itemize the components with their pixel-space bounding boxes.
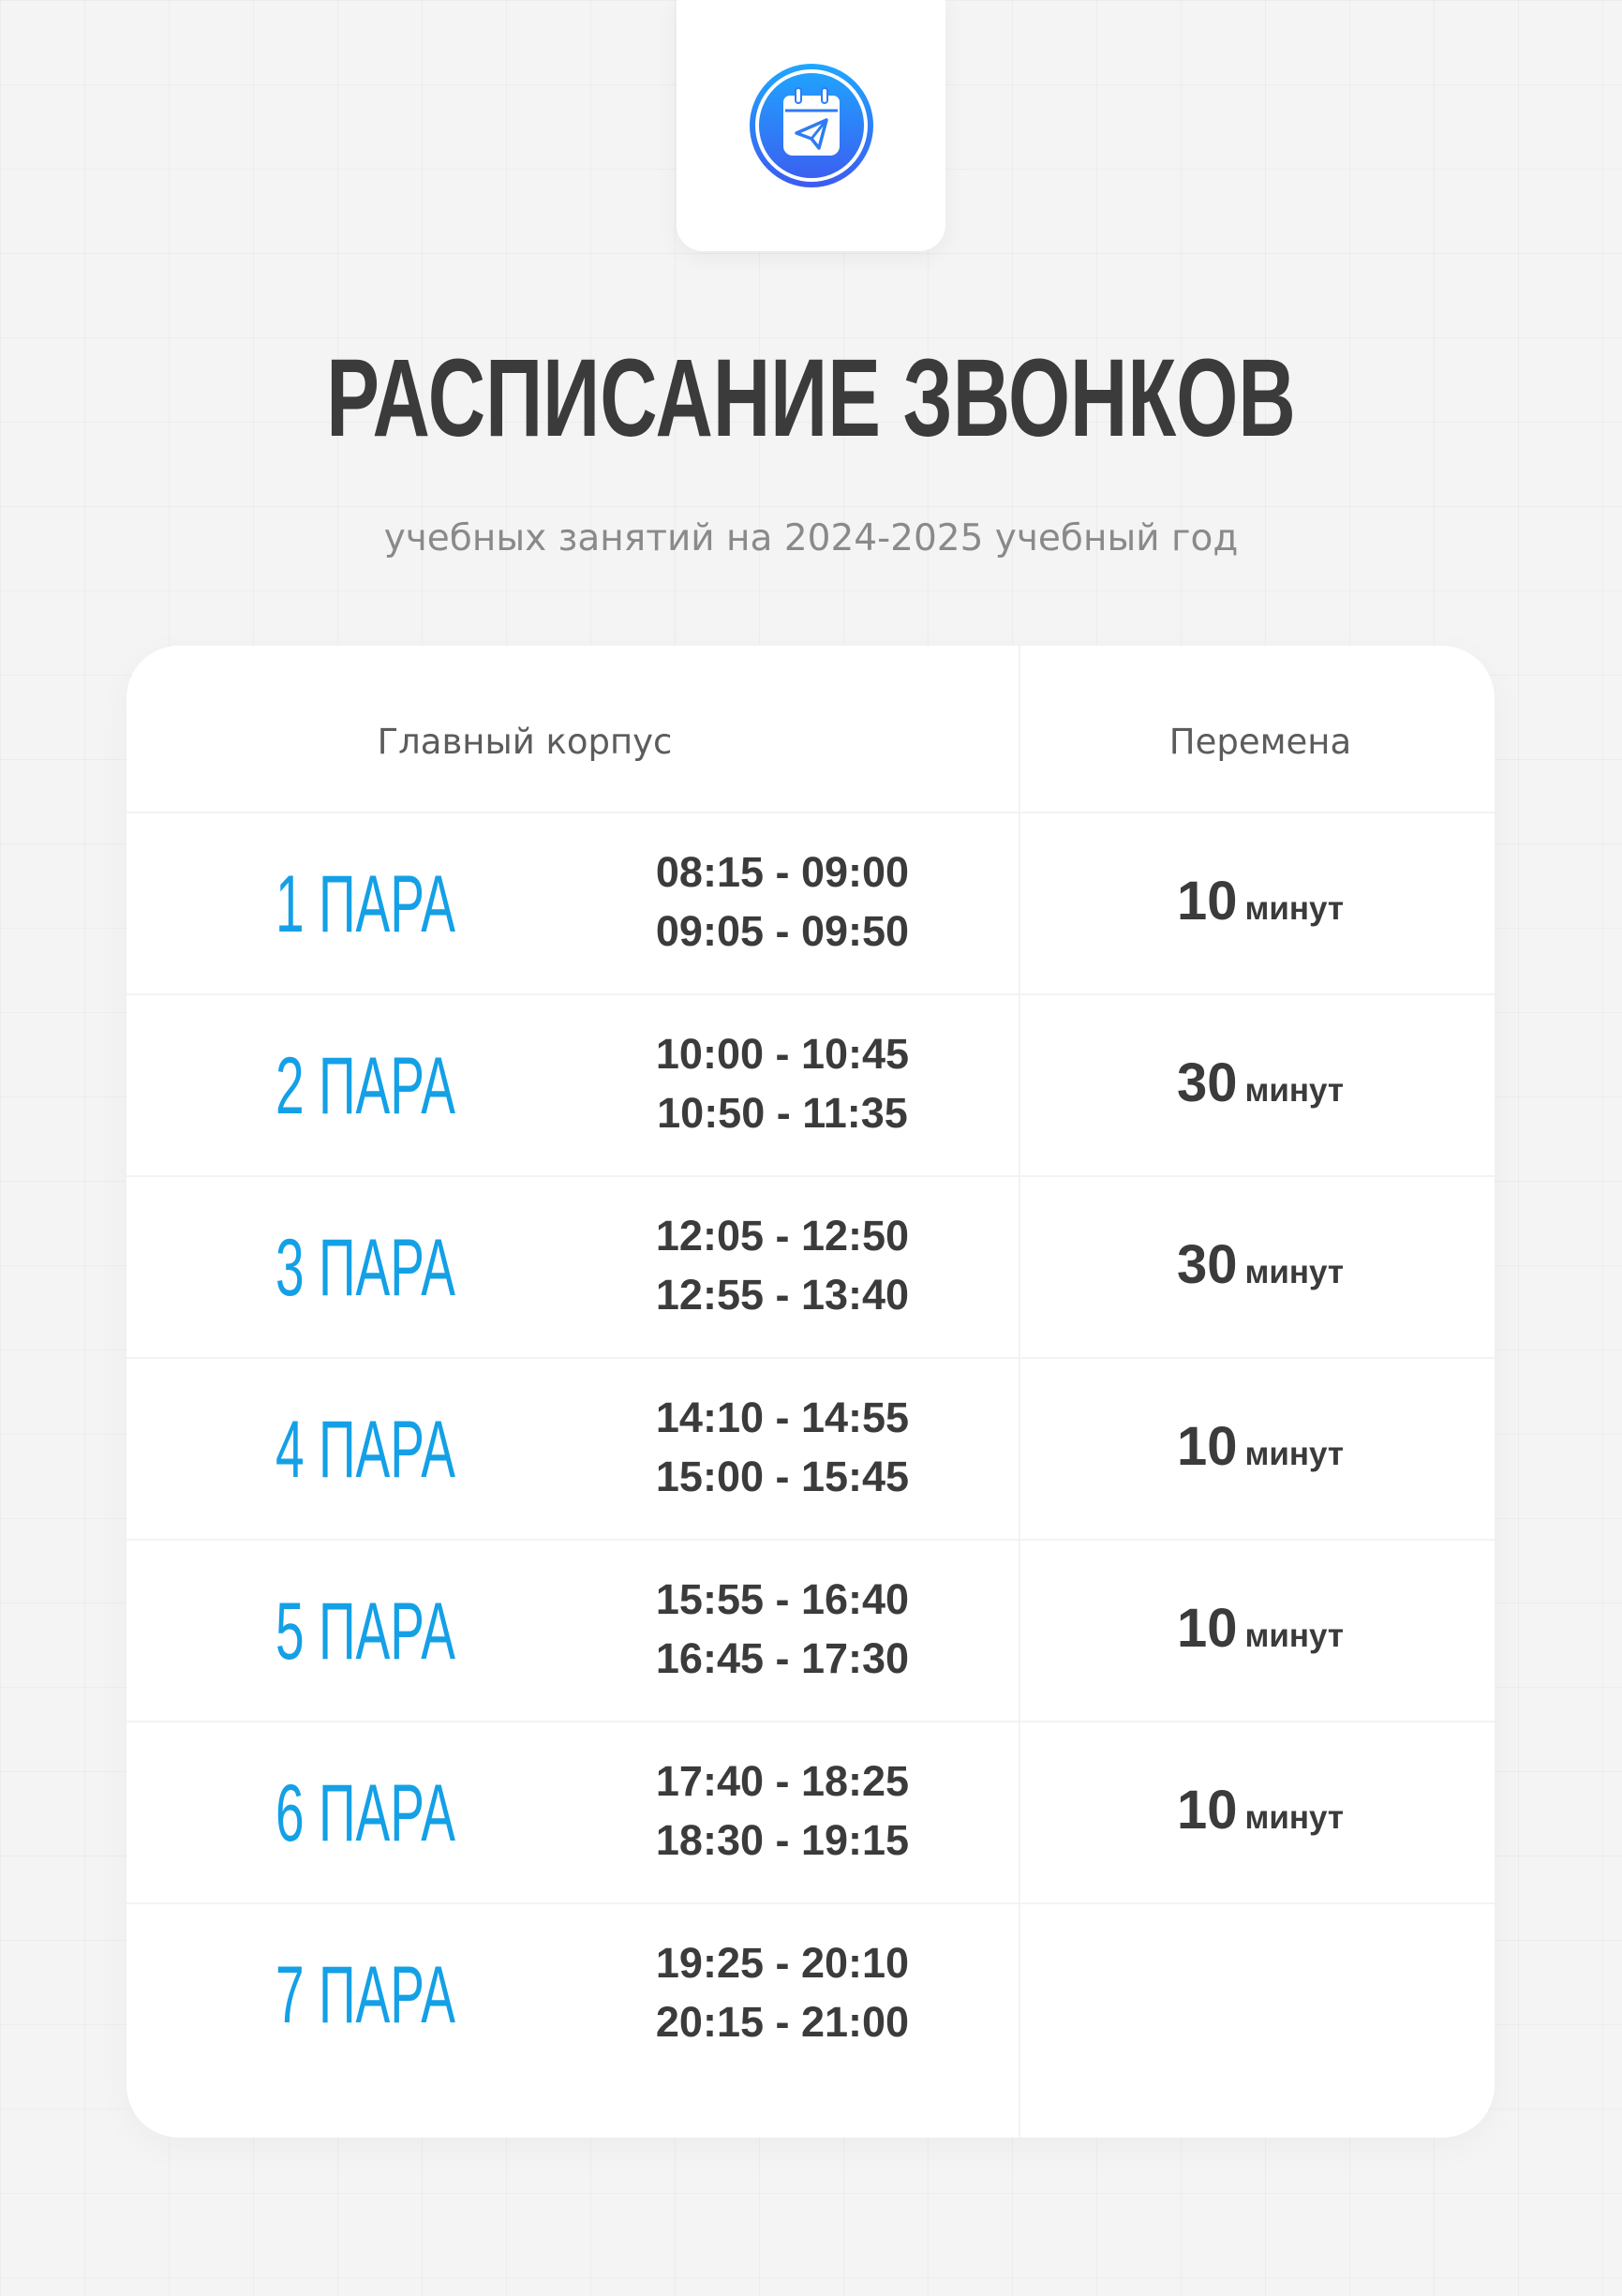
- break-duration: 10 минут: [1120, 868, 1401, 948]
- logo-card: [677, 0, 945, 251]
- break-minutes: 30: [1176, 1052, 1238, 1113]
- lesson-time-first: 08:15 - 09:00: [655, 848, 910, 896]
- schedule-row: 7 ПАРА 19:25 - 20:10 20:15 - 21:00: [126, 1902, 1495, 2084]
- break-minutes: 30: [1176, 1234, 1238, 1295]
- lesson-time-second: 10:50 - 11:35: [657, 1089, 908, 1137]
- lesson-time-first: 12:05 - 12:50: [655, 1212, 910, 1260]
- break-unit: минут: [1244, 1072, 1345, 1109]
- schedule-page: РАСПИСАНИЕ ЗВОНКОВ учебных занятий на 20…: [0, 0, 1622, 2296]
- lesson-time-first: 10:00 - 10:45: [655, 1030, 910, 1078]
- lesson-time-second: 16:45 - 17:30: [655, 1634, 910, 1682]
- break-unit: минут: [1244, 1254, 1345, 1290]
- break-unit: минут: [1244, 890, 1345, 927]
- lesson-time-first: 14:10 - 14:55: [655, 1394, 910, 1441]
- lesson-time-second: 20:15 - 21:00: [655, 1998, 910, 2046]
- schedule-row: 3 ПАРА 12:05 - 12:50 12:55 - 13:40 30 мин…: [126, 1175, 1495, 1357]
- break-duration: 10 минут: [1120, 1413, 1401, 1494]
- lesson-time-second: 18:30 - 19:15: [655, 1816, 910, 1864]
- header-break: Перемена: [1168, 722, 1352, 762]
- schedule-row: 1 ПАРА 08:15 - 09:00 09:05 - 09:50 10 мин…: [126, 812, 1495, 993]
- page-title: РАСПИСАНИЕ ЗВОНКОВ: [326, 336, 1296, 460]
- lesson-time-second: 09:05 - 09:50: [655, 907, 910, 955]
- schedule-table: Главный корпус Перемена 1 ПАРА 08:15 - 0…: [126, 646, 1495, 2138]
- lesson-label: 7 ПАРА: [275, 1950, 455, 2040]
- break-minutes: 10: [1176, 871, 1238, 932]
- lesson-time-first: 17:40 - 18:25: [655, 1757, 910, 1805]
- lesson-label: 3 ПАРА: [275, 1223, 455, 1313]
- break-duration: 10 минут: [1120, 1595, 1401, 1676]
- break-unit: минут: [1244, 1618, 1345, 1654]
- lesson-label: 5 ПАРА: [275, 1587, 455, 1677]
- lesson-time-first: 15:55 - 16:40: [655, 1575, 910, 1623]
- lesson-label: 4 ПАРА: [275, 1405, 455, 1495]
- break-unit: минут: [1244, 1436, 1345, 1472]
- schedule-row: 5 ПАРА 15:55 - 16:40 16:45 - 17:30 10 мин…: [126, 1539, 1495, 1721]
- break-minutes: 10: [1176, 1598, 1238, 1659]
- break-duration: 30 минут: [1120, 1050, 1401, 1130]
- schedule-row: 2 ПАРА 10:00 - 10:45 10:50 - 11:35 30 мин…: [126, 993, 1495, 1175]
- schedule-row: 6 ПАРА 17:40 - 18:25 18:30 - 19:15 10 мин…: [126, 1721, 1495, 1902]
- lesson-time-first: 19:25 - 20:10: [655, 1939, 910, 1987]
- lesson-label: 2 ПАРА: [275, 1041, 455, 1131]
- page-subtitle: учебных занятий на 2024-2025 учебный год: [383, 517, 1239, 559]
- break-duration: 30 минут: [1120, 1231, 1401, 1312]
- schedule-row: 4 ПАРА 14:10 - 14:55 15:00 - 15:45 10 мин…: [126, 1357, 1495, 1539]
- break-minutes: 10: [1176, 1780, 1238, 1841]
- lesson-label: 1 ПАРА: [275, 859, 455, 949]
- schedule-rows: 1 ПАРА 08:15 - 09:00 09:05 - 09:50 10 мин…: [126, 812, 1495, 2084]
- lesson-time-second: 15:00 - 15:45: [655, 1453, 910, 1500]
- break-duration: 10 минут: [1120, 1777, 1401, 1857]
- calendar-paper-plane-icon: [749, 64, 873, 187]
- header-main-building: Главный корпус: [377, 722, 673, 762]
- break-unit: минут: [1244, 1799, 1345, 1836]
- lesson-time-second: 12:55 - 13:40: [655, 1271, 910, 1319]
- break-minutes: 10: [1176, 1416, 1238, 1477]
- lesson-label: 6 ПАРА: [275, 1768, 455, 1858]
